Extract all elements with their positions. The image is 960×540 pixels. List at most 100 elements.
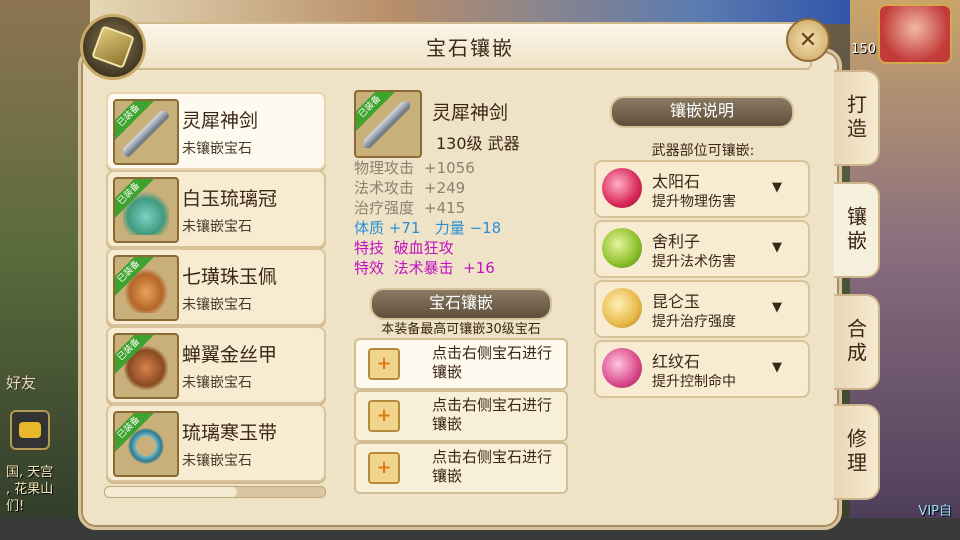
sarira-icon: [602, 228, 642, 268]
equipment-item[interactable]: 已装备 灵犀神剑 未镶嵌宝石: [106, 92, 326, 170]
inlay-description-banner: 镶嵌说明: [610, 96, 794, 128]
expand-arrow-icon[interactable]: ▼: [772, 180, 782, 195]
attribute-row: 治疗强度 +415: [354, 197, 465, 218]
stat-name: 力量: [434, 219, 465, 237]
effect-row: 特效 法术暴击 +16: [354, 257, 495, 278]
tab-label: 打造: [843, 94, 868, 142]
selected-equipment-sword-icon: 已装备: [354, 90, 422, 158]
equipment-item[interactable]: 已装备 琉璃寒玉带 未镶嵌宝石: [106, 404, 326, 482]
chat-button[interactable]: [10, 410, 50, 450]
equipment-item[interactable]: 已装备 白玉琉璃冠 未镶嵌宝石: [106, 170, 326, 248]
player-level-badge: 150: [851, 42, 876, 57]
gem-effect: 提升物理伤害: [652, 194, 736, 210]
background-left-scene: [0, 0, 90, 540]
add-gem-icon: +: [368, 400, 400, 432]
friends-label[interactable]: 好友: [6, 372, 36, 393]
effect-bonus: +16: [463, 259, 495, 277]
tab-repair[interactable]: 修理: [834, 404, 880, 500]
vip-label[interactable]: VIP自: [918, 500, 952, 519]
tab-forge[interactable]: 打造: [834, 70, 880, 166]
pendant-icon: 已装备: [113, 255, 179, 321]
sword-icon: 已装备: [113, 99, 179, 165]
stat-value: +71: [388, 219, 421, 237]
equipment-status: 未镶嵌宝石: [182, 297, 252, 313]
red-pattern-stone-icon: [602, 348, 642, 388]
selected-equipment-name: 灵犀神剑: [432, 102, 509, 124]
add-gem-icon: +: [368, 348, 400, 380]
equipment-item[interactable]: 已装备 七璜珠玉佩 未镶嵌宝石: [106, 248, 326, 326]
gem-inlay-hint: 本装备最高可镶嵌30级宝石: [381, 322, 541, 337]
equipment-name: 灵犀神剑: [182, 110, 259, 132]
sun-stone-icon: [602, 168, 642, 208]
attribute-value: +1056: [424, 159, 475, 177]
chat-line: 们!: [6, 499, 25, 514]
equipment-status: 未镶嵌宝石: [182, 453, 252, 469]
gem-effect: 提升治疗强度: [652, 314, 736, 330]
gem-option[interactable]: 昆仑玉 提升治疗强度 ▼: [594, 280, 810, 338]
gem-slot[interactable]: + 点击右侧宝石进行镶嵌: [354, 442, 568, 494]
equipment-name: 蝉翼金丝甲: [182, 344, 278, 366]
attribute-name: 物理攻击: [354, 159, 415, 177]
player-avatar[interactable]: [878, 4, 952, 64]
expand-arrow-icon[interactable]: ▼: [772, 240, 782, 255]
tab-label: 修理: [843, 428, 868, 476]
equipment-item[interactable]: 已装备 蝉翼金丝甲 未镶嵌宝石: [106, 326, 326, 404]
close-button[interactable]: ✕: [786, 18, 830, 62]
tab-inlay[interactable]: 镶嵌: [834, 182, 880, 278]
gem-inlay-banner: 宝石镶嵌: [370, 288, 552, 320]
chat-line: , 花果山: [6, 482, 54, 497]
selected-equipment-level: 130级 武器: [436, 134, 520, 153]
skill-value: 破血狂攻: [393, 239, 454, 257]
gem-slot[interactable]: + 点击右侧宝石进行镶嵌: [354, 390, 568, 442]
tab-label: 合成: [843, 318, 868, 366]
bonus-stats-row: 体质 +71 力量 −18: [354, 217, 501, 238]
equipment-status: 未镶嵌宝石: [182, 141, 252, 157]
attribute-name: 法术攻击: [354, 179, 415, 197]
gem-option[interactable]: 红纹石 提升控制命中 ▼: [594, 340, 810, 398]
tab-combine[interactable]: 合成: [834, 294, 880, 390]
stat-value: −18: [469, 219, 502, 237]
crown-icon: 已装备: [113, 177, 179, 243]
gem-option[interactable]: 太阳石 提升物理伤害 ▼: [594, 160, 810, 218]
equipment-list[interactable]: 已装备 灵犀神剑 未镶嵌宝石 已装备 白玉琉璃冠 未镶嵌宝石 已装备 七璜珠玉佩…: [100, 88, 328, 496]
gem-effect: 提升控制命中: [652, 374, 736, 390]
chat-log: 国, 天宫 , 花果山 们!: [6, 464, 76, 515]
attribute-row: 法术攻击 +249: [354, 177, 465, 198]
equipment-status: 未镶嵌宝石: [182, 219, 252, 235]
emblem-gem-icon: [91, 25, 135, 69]
gem-slot-hint: 点击右侧宝石进行镶嵌: [432, 448, 553, 485]
skill-row: 特技 破血狂攻: [354, 237, 454, 258]
add-gem-icon: +: [368, 452, 400, 484]
window-title: 宝石镶嵌: [426, 36, 514, 60]
gem-effect: 提升法术伤害: [652, 254, 736, 270]
attribute-name: 治疗强度: [354, 199, 415, 217]
scrollbar-thumb[interactable]: [105, 487, 237, 497]
inlay-description-subtitle: 武器部位可镶嵌:: [651, 143, 755, 159]
gem-name: 昆仑玉: [652, 292, 701, 311]
stat-name: 体质: [354, 219, 385, 237]
title-bar: 宝石镶嵌: [128, 22, 812, 70]
gem-slot-hint: 点击右侧宝石进行镶嵌: [432, 396, 553, 433]
effect-value: 法术暴击: [393, 259, 454, 277]
gem-option[interactable]: 舍利子 提升法术伤害 ▼: [594, 220, 810, 278]
effect-label: 特效: [354, 259, 385, 277]
gem-slot-hint: 点击右侧宝石进行镶嵌: [432, 344, 553, 381]
expand-arrow-icon[interactable]: ▼: [772, 360, 782, 375]
gem-name: 太阳石: [652, 172, 701, 191]
expand-arrow-icon[interactable]: ▼: [772, 300, 782, 315]
kunlun-jade-icon: [602, 288, 642, 328]
gem-slot[interactable]: + 点击右侧宝石进行镶嵌: [354, 338, 568, 390]
equipment-list-scrollbar[interactable]: [104, 486, 326, 498]
tab-label: 镶嵌: [843, 206, 868, 254]
attribute-value: +249: [424, 179, 466, 197]
armor-icon: 已装备: [113, 333, 179, 399]
background-top-strip: [90, 0, 850, 24]
chat-bubble-icon: [19, 422, 41, 438]
equipment-status: 未镶嵌宝石: [182, 375, 252, 391]
gem-name: 红纹石: [652, 352, 701, 371]
gem-name: 舍利子: [652, 232, 701, 251]
attribute-value: +415: [424, 199, 466, 217]
forge-emblem-icon: [80, 14, 146, 80]
belt-icon: 已装备: [113, 411, 179, 477]
chat-line: 国, 天宫: [6, 465, 54, 480]
